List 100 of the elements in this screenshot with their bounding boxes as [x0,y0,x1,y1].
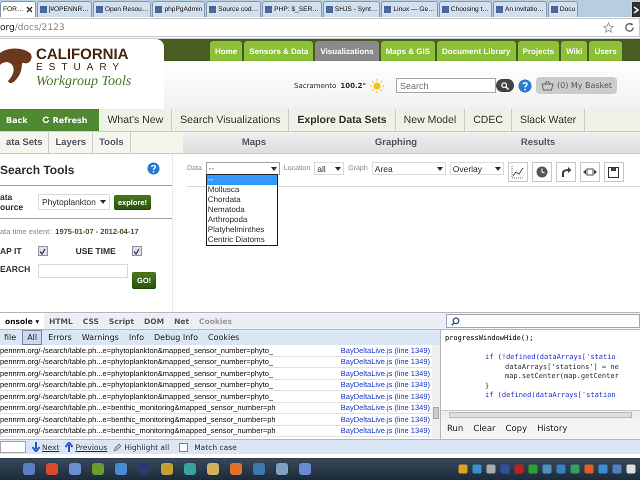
field-label: ata ource [0,192,24,212]
checkbox[interactable] [179,442,188,452]
dropdown-option[interactable]: Mollusca [206,185,277,195]
refresh-button[interactable]: Refresh [42,116,88,124]
basket-icon [541,80,554,91]
clock-icon [536,166,548,178]
command-button[interactable]: Copy [506,424,528,434]
reload-icon[interactable] [624,22,635,33]
taskbar-app-icon[interactable] [252,462,266,476]
taskbar-app-icon[interactable] [229,462,243,476]
address-field[interactable]: org/docs/2123 [0,18,640,37]
command-button[interactable]: History [537,424,568,434]
favicon-icon [265,6,272,13]
taskbar-app-icon[interactable] [22,462,36,476]
chevron-icon[interactable] [632,2,640,17]
view-tab[interactable]: Results [467,132,609,153]
favicon-icon [442,6,449,13]
resize-icon [582,167,597,177]
filter-button[interactable]: Cookies [204,331,244,344]
nav-link[interactable]: Slack Water [512,109,586,131]
logo[interactable]: CALIFORNIA ESTUARY Workgroup Tools [0,39,164,109]
favicon-icon [155,6,162,13]
arrow-down-icon [32,442,40,452]
filter-button[interactable]: Info [124,331,148,344]
close-icon[interactable] [26,6,33,13]
back-button[interactable]: Back [6,116,28,124]
redo-icon [560,166,572,178]
panel-tab[interactable]: Tools [93,132,131,153]
resize-button[interactable] [580,162,600,182]
mode-select[interactable]: Overlay [450,162,504,175]
line-chart-icon [510,165,525,179]
save-button[interactable] [604,162,624,182]
logo-subtitle: ESTUARY [36,62,126,74]
source-select[interactable]: Phytoplankton [38,194,110,210]
filter-button[interactable]: Errors [44,331,76,344]
taskbar-app-icon[interactable] [160,462,174,476]
clock-button[interactable] [532,162,552,182]
taskbar-app-icon[interactable] [114,462,128,476]
search-icon[interactable] [496,79,514,92]
scrollbar[interactable] [432,345,440,439]
nav-link[interactable]: What's New [99,109,172,131]
checkbox[interactable] [38,246,48,256]
command-button[interactable]: Clear [473,424,496,434]
command-button[interactable]: Run [447,424,464,434]
view-tab[interactable]: Graphing [325,132,467,153]
caret-icon [270,166,277,170]
panel-tab[interactable]: Layers [49,132,94,153]
refresh-icon [42,116,50,124]
scrollbar[interactable] [441,410,640,419]
favicon-icon [496,6,503,13]
caret-icon [436,166,443,170]
dropdown-option[interactable]: Nematoda [206,205,277,215]
favicon-icon [96,6,103,13]
star-icon[interactable] [603,22,614,33]
filter-button[interactable]: file [0,331,20,344]
dropdown-option[interactable]: Arthropoda [206,215,277,225]
graph-select[interactable]: Area [372,162,446,175]
favicon-icon [384,6,392,13]
help-icon[interactable] [518,78,532,92]
caret-icon [100,200,106,204]
filter-button[interactable]: Warnings [78,331,123,344]
checkbox-label: AP IT [0,246,22,256]
checkbox-label: USE TIME [76,246,116,256]
nav-link[interactable]: New Model [396,109,466,131]
filter-button[interactable]: Debug Info [150,331,202,344]
taskbar-app-icon[interactable] [91,462,105,476]
sun-icon [370,78,384,92]
panel-tab[interactable]: ata Sets [0,132,50,153]
taskbar-app-icon[interactable] [275,462,289,476]
nav-link[interactable]: Explore Data Sets [289,109,396,131]
redo-button[interactable] [556,162,576,182]
search-icon [451,316,460,326]
taskbar-app-icon[interactable] [206,462,220,476]
find-field[interactable] [0,441,26,453]
trend-chart-button[interactable] [508,162,528,182]
search-field[interactable] [446,314,640,328]
dropdown-option[interactable]: Chordata [206,195,277,205]
dropdown-option[interactable]: Centric Diatoms [206,235,277,245]
filter-button[interactable]: All [22,330,42,345]
help-icon[interactable] [147,162,160,177]
checkbox[interactable] [132,246,142,256]
location-select[interactable]: all [314,162,344,175]
panel-title: Search Tools [0,162,74,176]
taskbar-app-icon[interactable] [183,462,197,476]
taskbar-app-icon[interactable] [298,462,312,476]
caret-icon [494,166,501,170]
search-field[interactable]: Search [396,78,496,93]
favicon-icon [209,6,216,13]
taskbar-app-icon[interactable] [45,462,59,476]
field-label: EARCH [0,264,32,274]
logo-tagline: Workgroup Tools [36,74,132,90]
favicon-icon [550,6,558,13]
dropdown-option[interactable]: Platyhelminthes [206,225,277,235]
basket-button[interactable]: (0) My Basket [536,77,618,94]
nav-link[interactable]: CDEC [465,109,512,131]
taskbar-app-icon[interactable] [68,462,82,476]
view-tab[interactable]: Maps [183,132,325,153]
favicon-icon [40,6,47,13]
nav-link[interactable]: Search Visualizations [172,109,290,131]
caret-icon [335,166,342,170]
